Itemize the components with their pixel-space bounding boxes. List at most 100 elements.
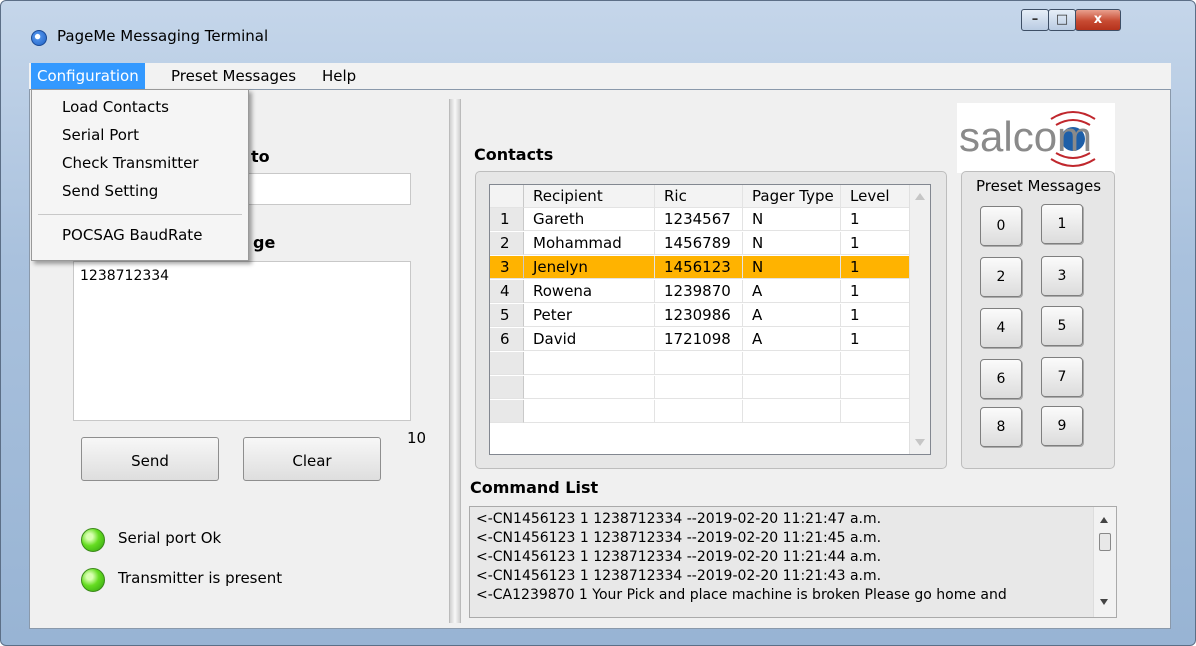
- cell-recipient[interactable]: Gareth: [524, 208, 655, 231]
- preset-2-button[interactable]: 2: [980, 257, 1022, 297]
- cell-ric[interactable]: 1721098: [655, 328, 743, 351]
- row-number[interactable]: 1: [490, 208, 524, 231]
- contacts-title: Contacts: [474, 145, 554, 164]
- preset-3-button[interactable]: 3: [1041, 256, 1083, 296]
- menu-bar: Configuration Preset Messages Help: [29, 63, 1171, 90]
- cell-ric[interactable]: 1456123: [655, 256, 743, 279]
- preset-6-button[interactable]: 6: [980, 359, 1022, 399]
- command-list-scrollbar[interactable]: [1093, 507, 1116, 617]
- message-label: ge: [253, 233, 276, 252]
- row-number[interactable]: [490, 376, 524, 399]
- preset-5-button[interactable]: 5: [1041, 306, 1083, 346]
- table-row[interactable]: 2 Mohammad 1456789 N 1: [490, 232, 910, 255]
- cell-type[interactable]: A: [743, 304, 841, 327]
- row-number[interactable]: 3: [490, 256, 524, 279]
- cell-recipient[interactable]: [524, 400, 655, 423]
- menu-item-pocsag-baudrate[interactable]: POCSAG BaudRate: [62, 226, 202, 244]
- cell-ric[interactable]: 1230986: [655, 304, 743, 327]
- cell-ric[interactable]: [655, 352, 743, 375]
- preset-title: Preset Messages: [976, 177, 1102, 195]
- preset-4-button[interactable]: 4: [980, 308, 1022, 348]
- cell-level[interactable]: 1: [841, 256, 910, 279]
- table-row[interactable]: 4 Rowena 1239870 A 1: [490, 280, 910, 303]
- cell-ric[interactable]: 1234567: [655, 208, 743, 231]
- col-recipient[interactable]: Recipient: [524, 185, 655, 208]
- cell-recipient[interactable]: Peter: [524, 304, 655, 327]
- scroll-down-icon[interactable]: [915, 439, 925, 446]
- minimize-icon: –: [1031, 12, 1039, 27]
- cell-ric[interactable]: 1456789: [655, 232, 743, 255]
- menu-item-load-contacts[interactable]: Load Contacts: [62, 98, 169, 116]
- cell-recipient[interactable]: David: [524, 328, 655, 351]
- row-number[interactable]: 4: [490, 280, 524, 303]
- message-textarea[interactable]: 1238712334: [73, 261, 411, 421]
- table-row[interactable]: 1 Gareth 1234567 N 1: [490, 208, 910, 231]
- clear-button[interactable]: Clear: [243, 437, 381, 481]
- log-line: <-CN1456123 1 1238712334 --2019-02-20 11…: [476, 530, 882, 546]
- command-list[interactable]: <-CN1456123 1 1238712334 --2019-02-20 11…: [469, 506, 1117, 618]
- cell-ric[interactable]: 1239870: [655, 280, 743, 303]
- cell-ric[interactable]: [655, 400, 743, 423]
- command-list-title: Command List: [470, 478, 599, 497]
- menu-item-send-setting[interactable]: Send Setting: [62, 182, 158, 200]
- scroll-down-icon[interactable]: [1100, 599, 1108, 605]
- send-button[interactable]: Send: [81, 437, 219, 481]
- col-ric[interactable]: Ric: [655, 185, 743, 208]
- title-bar[interactable]: PageMe Messaging Terminal – □ x: [1, 1, 1195, 59]
- minimize-button[interactable]: –: [1021, 9, 1049, 31]
- close-button[interactable]: x: [1075, 9, 1121, 31]
- col-pager-type[interactable]: Pager Type: [743, 185, 841, 208]
- cell-recipient[interactable]: [524, 376, 655, 399]
- row-number[interactable]: [490, 352, 524, 375]
- preset-1-button[interactable]: 1: [1041, 204, 1083, 244]
- cell-recipient[interactable]: Rowena: [524, 280, 655, 303]
- menu-configuration[interactable]: Configuration: [31, 63, 145, 89]
- table-row[interactable]: [490, 352, 910, 375]
- maximize-button[interactable]: □: [1048, 9, 1076, 31]
- maximize-icon: □: [1055, 12, 1069, 27]
- cell-level[interactable]: 1: [841, 328, 910, 351]
- panel-splitter[interactable]: [449, 99, 461, 623]
- scroll-up-icon[interactable]: [1100, 517, 1108, 523]
- cell-level[interactable]: 1: [841, 304, 910, 327]
- scroll-up-icon[interactable]: [915, 193, 925, 200]
- scroll-thumb[interactable]: [1099, 533, 1111, 551]
- table-row[interactable]: [490, 376, 910, 399]
- menu-item-check-transmitter[interactable]: Check Transmitter: [62, 154, 199, 172]
- row-number[interactable]: 2: [490, 232, 524, 255]
- cell-type[interactable]: [743, 400, 841, 423]
- table-row[interactable]: 5 Peter 1230986 A 1: [490, 304, 910, 327]
- cell-level[interactable]: 1: [841, 280, 910, 303]
- menu-help[interactable]: Help: [316, 63, 362, 89]
- cell-recipient[interactable]: Mohammad: [524, 232, 655, 255]
- cell-type[interactable]: N: [743, 208, 841, 231]
- cell-level[interactable]: [841, 352, 910, 375]
- cell-level[interactable]: [841, 400, 910, 423]
- cell-level[interactable]: 1: [841, 232, 910, 255]
- cell-type[interactable]: [743, 376, 841, 399]
- col-level[interactable]: Level: [841, 185, 910, 208]
- preset-9-button[interactable]: 9: [1041, 406, 1083, 446]
- cell-type[interactable]: N: [743, 232, 841, 255]
- cell-type[interactable]: A: [743, 280, 841, 303]
- table-row[interactable]: 6 David 1721098 A 1: [490, 328, 910, 351]
- row-number[interactable]: 6: [490, 328, 524, 351]
- menu-item-serial-port[interactable]: Serial Port: [62, 126, 139, 144]
- cell-type[interactable]: N: [743, 256, 841, 279]
- cell-recipient[interactable]: [524, 352, 655, 375]
- preset-0-button[interactable]: 0: [980, 206, 1022, 246]
- cell-recipient[interactable]: Jenelyn: [524, 256, 655, 279]
- contacts-scrollbar[interactable]: [909, 185, 930, 454]
- cell-level[interactable]: [841, 376, 910, 399]
- table-row[interactable]: [490, 400, 910, 423]
- cell-type[interactable]: [743, 352, 841, 375]
- menu-preset-messages[interactable]: Preset Messages: [165, 63, 302, 89]
- preset-7-button[interactable]: 7: [1041, 357, 1083, 397]
- cell-level[interactable]: 1: [841, 208, 910, 231]
- row-number[interactable]: 5: [490, 304, 524, 327]
- table-row[interactable]: 3 Jenelyn 1456123 N 1: [490, 256, 910, 279]
- preset-8-button[interactable]: 8: [980, 407, 1022, 447]
- row-number[interactable]: [490, 400, 524, 423]
- cell-type[interactable]: A: [743, 328, 841, 351]
- cell-ric[interactable]: [655, 376, 743, 399]
